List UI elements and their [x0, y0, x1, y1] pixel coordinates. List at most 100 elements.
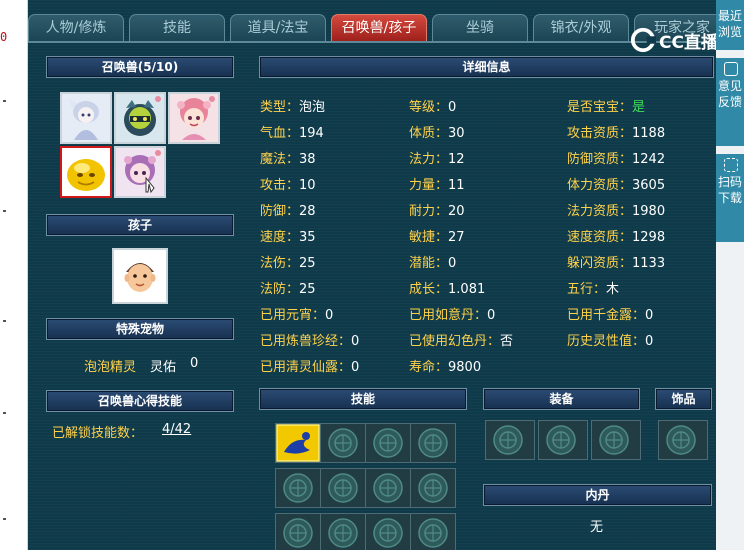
- stat-value: 27: [448, 230, 465, 245]
- stat-value: 194: [299, 126, 324, 141]
- empty-slot-icon: [328, 518, 358, 548]
- stat-value: 0: [448, 256, 457, 271]
- stat-value: 1242: [632, 152, 666, 167]
- stat-row: 已使用幻色丹：否: [409, 330, 513, 349]
- stat-value: 0: [645, 308, 654, 323]
- empty-slot-icon: [493, 425, 523, 455]
- stat-value: 1133: [632, 256, 666, 271]
- strip-dot: [3, 412, 6, 414]
- summon-header: 召唤兽(5/10): [46, 56, 234, 78]
- special-pet-value: 0: [190, 356, 199, 371]
- tab-mount[interactable]: 坐骑: [432, 14, 528, 42]
- empty-slot-icon: [328, 428, 358, 458]
- strip-dot: [3, 320, 6, 322]
- stat-label: 防御：: [260, 204, 300, 219]
- stat-label: 五行：: [567, 282, 607, 297]
- stat-row: 魔法：38: [260, 148, 316, 167]
- skill-slot-empty[interactable]: [365, 423, 411, 463]
- accessory-slot-empty[interactable]: [658, 420, 708, 460]
- scan-icon: [724, 158, 738, 172]
- yellow-bubble-pet-icon: [62, 148, 110, 196]
- skill-slot-empty[interactable]: [275, 468, 321, 508]
- stat-label: 已用如意丹：: [409, 308, 488, 323]
- tab-outfit[interactable]: 锦衣/外观: [533, 14, 629, 42]
- stat-label: 寿命：: [409, 360, 449, 375]
- stat-row: 耐力：20: [409, 200, 465, 219]
- pink-flower-girl-pet-icon: [170, 94, 218, 142]
- skill-slot-empty[interactable]: [410, 513, 456, 550]
- stat-row: 法防：25: [260, 278, 316, 297]
- pet-slot-purple-flower[interactable]: [114, 146, 166, 198]
- stat-row: 法力：12: [409, 148, 465, 167]
- stat-row: 躲闪资质：1133: [567, 252, 665, 271]
- empty-slot-icon: [373, 518, 403, 548]
- empty-slot-icon: [666, 425, 696, 455]
- stat-value: 0: [487, 308, 496, 323]
- stat-label: 体质：: [409, 126, 449, 141]
- mind-skill-header: 召唤兽心得技能: [46, 390, 234, 412]
- tab-character[interactable]: 人物/修炼: [28, 14, 124, 42]
- skill-slot-empty[interactable]: [410, 423, 456, 463]
- pet-slot-pink-flower-girl[interactable]: [168, 92, 220, 144]
- pet-slot-yellow-bubble[interactable]: [60, 146, 112, 198]
- skill-slot-filled[interactable]: [275, 423, 321, 463]
- skill-slot-empty[interactable]: [320, 513, 366, 550]
- stat-label: 潜能：: [409, 256, 449, 271]
- stat-value: 否: [500, 334, 514, 349]
- tab-bar: 人物/修炼 技能 道具/法宝 召唤兽/孩子 坐骑 锦衣/外观 玩家之家: [28, 14, 730, 42]
- stat-label: 法力：: [409, 152, 449, 167]
- stat-value: 0: [645, 334, 654, 349]
- stat-label: 等级：: [409, 100, 449, 115]
- child-avatar[interactable]: [112, 248, 168, 304]
- pet-slot-armored-beast[interactable]: [114, 92, 166, 144]
- feedback-button[interactable]: 意见反馈: [716, 58, 744, 146]
- equipment-slot-empty[interactable]: [485, 420, 535, 460]
- scan-download-button[interactable]: 扫码下载: [716, 154, 744, 242]
- stat-label: 防御资质：: [567, 152, 633, 167]
- stat-value: 木: [606, 282, 620, 297]
- skills-header: 技能: [259, 388, 467, 410]
- equipment-slot-empty[interactable]: [538, 420, 588, 460]
- recent-browse-button[interactable]: 最近浏览: [716, 0, 744, 50]
- special-pet-header: 特殊宠物: [46, 318, 234, 340]
- stat-row: 法伤：25: [260, 252, 316, 271]
- stat-value: 35: [299, 230, 316, 245]
- stat-value: 3605: [632, 178, 666, 193]
- stat-label: 体力资质：: [567, 178, 633, 193]
- skill-slot-empty[interactable]: [365, 513, 411, 550]
- cc-logo-icon: [630, 27, 656, 53]
- skill-slot-empty[interactable]: [320, 468, 366, 508]
- strip-dot: [3, 518, 6, 520]
- stat-row: 类型：泡泡: [260, 96, 325, 115]
- skill-slot-empty[interactable]: [410, 468, 456, 508]
- empty-slot-icon: [328, 473, 358, 503]
- stat-row: 体力资质：3605: [567, 174, 665, 193]
- mind-skill-count[interactable]: 4/42: [162, 422, 191, 437]
- stat-row: 是否宝宝：是: [567, 96, 645, 115]
- skill-slot-empty[interactable]: [365, 468, 411, 508]
- stat-label: 速度资质：: [567, 230, 633, 245]
- stat-value: 12: [448, 152, 465, 167]
- left-page-strip: 0: [0, 0, 28, 550]
- skill-slot-empty[interactable]: [320, 423, 366, 463]
- stat-label: 力量：: [409, 178, 449, 193]
- pet-slot-ice-fairy[interactable]: [60, 92, 112, 144]
- tab-summon[interactable]: 召唤兽/孩子: [331, 14, 427, 42]
- empty-slot-icon: [283, 473, 313, 503]
- equipment-slot-empty[interactable]: [591, 420, 641, 460]
- stat-value: 1188: [632, 126, 666, 141]
- tab-skills[interactable]: 技能: [129, 14, 225, 42]
- stat-value: 0: [351, 334, 360, 349]
- stat-label: 法伤：: [260, 256, 300, 271]
- skill-slot-empty[interactable]: [275, 513, 321, 550]
- stat-label: 成长：: [409, 282, 449, 297]
- tab-underline: [28, 41, 718, 43]
- stat-label: 已用千金露：: [567, 308, 646, 323]
- edit-icon: [724, 62, 738, 76]
- armored-beast-pet-icon: [116, 94, 164, 142]
- stat-value: 1.081: [448, 282, 486, 297]
- ice-fairy-pet-icon: [62, 94, 110, 142]
- stat-row: 攻击资质：1188: [567, 122, 665, 141]
- empty-slot-icon: [599, 425, 629, 455]
- tab-items[interactable]: 道具/法宝: [230, 14, 326, 42]
